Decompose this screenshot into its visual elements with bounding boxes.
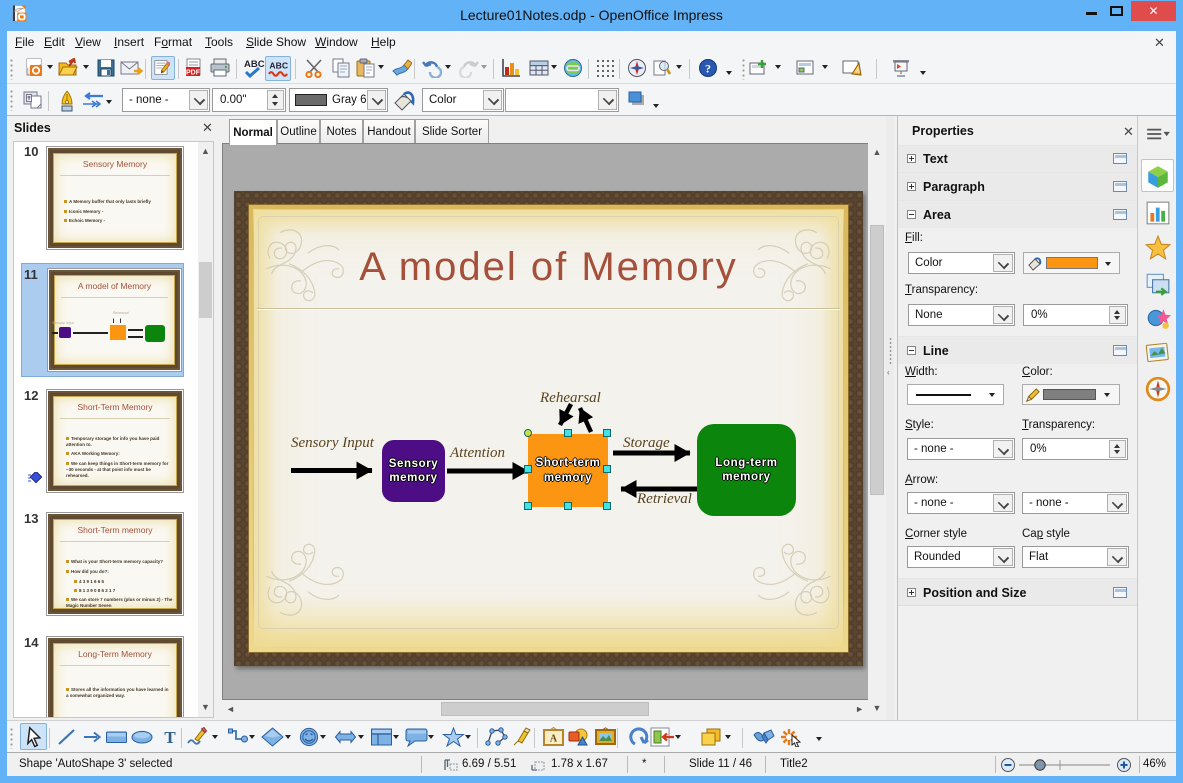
svg-text:T: T xyxy=(164,728,176,747)
svg-text:ABC: ABC xyxy=(269,61,288,71)
svg-text:ABC: ABC xyxy=(244,59,265,70)
svg-text:A: A xyxy=(550,734,558,745)
svg-text:PDF: PDF xyxy=(186,70,201,77)
svg-text:?: ? xyxy=(705,62,711,76)
